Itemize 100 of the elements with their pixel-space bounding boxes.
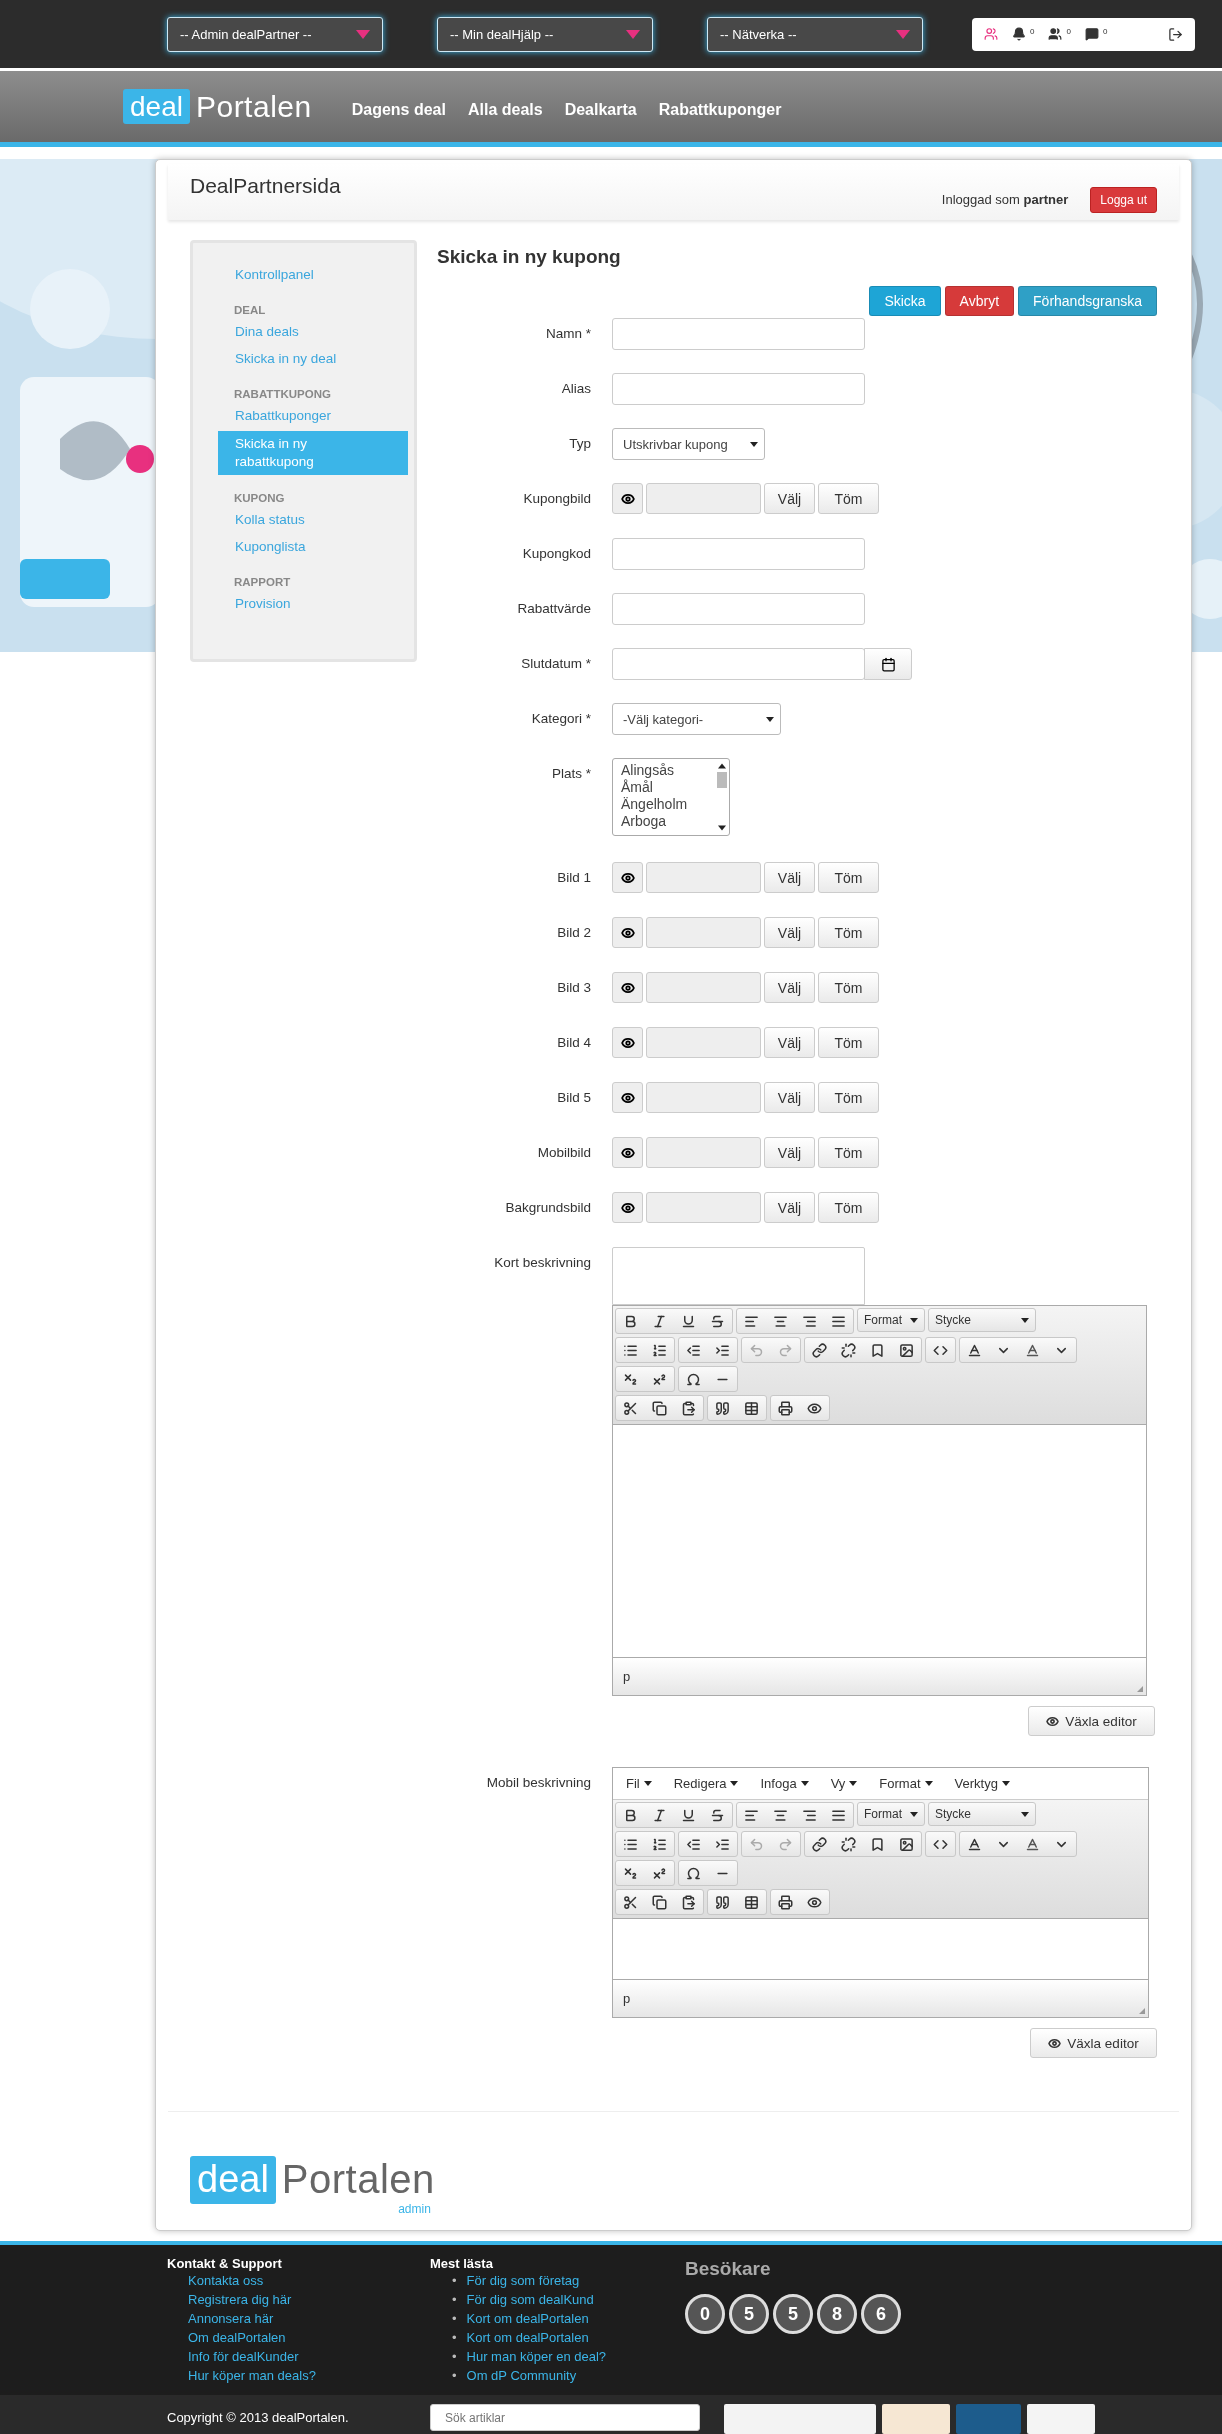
menu-item[interactable]: Infoga: [760, 1776, 809, 1791]
footer-link[interactable]: Om dP Community: [466, 2366, 577, 2385]
preview-button[interactable]: [612, 972, 643, 1003]
text-input[interactable]: [612, 538, 865, 570]
choose-button[interactable]: Välj: [764, 972, 815, 1003]
location-listbox[interactable]: Alingsås Åmål Ängelholm Arboga: [612, 758, 730, 836]
footer-link[interactable]: Info för dealKunder: [167, 2347, 430, 2366]
caret-icon[interactable]: [849, 1781, 858, 1786]
caret-icon[interactable]: [910, 1811, 918, 1817]
choose-button[interactable]: Välj: [764, 917, 815, 948]
toggle-editor-button[interactable]: Växla editor: [1028, 1706, 1155, 1736]
choose-button[interactable]: Välj: [764, 1192, 815, 1223]
footer-link[interactable]: Hur köper man deals?: [167, 2366, 430, 2385]
preview-button[interactable]: [612, 1192, 643, 1223]
clear-button[interactable]: Töm: [818, 1137, 879, 1168]
clear-button[interactable]: Töm: [818, 1192, 879, 1223]
select-dropdown[interactable]: Utskrivbar kupong: [612, 428, 765, 460]
paragraph-dropdown[interactable]: Stycke: [928, 1308, 1036, 1332]
menu-dropdown[interactable]: -- Nätverka --: [707, 16, 923, 52]
caret-icon[interactable]: [1021, 1811, 1029, 1817]
caret-icon: [356, 29, 370, 39]
caret-icon[interactable]: [730, 1781, 739, 1786]
bell-icon[interactable]: [1012, 27, 1026, 41]
scroll-up-icon[interactable]: [718, 762, 726, 770]
menu-item[interactable]: Redigera: [673, 1776, 739, 1791]
text-input[interactable]: [612, 373, 865, 405]
action-button[interactable]: Avbryt: [944, 286, 1015, 316]
caret-icon[interactable]: [1021, 1317, 1029, 1323]
sidebar-heading: DEAL: [233, 303, 267, 318]
menu-dropdown[interactable]: -- Min dealHjälp --: [437, 16, 653, 52]
resize-grip-icon[interactable]: [1136, 1685, 1144, 1693]
preview-button[interactable]: [612, 1137, 643, 1168]
caret-icon[interactable]: [800, 1781, 809, 1786]
counter: 0: [1030, 26, 1035, 36]
format-dropdown[interactable]: Format: [857, 1802, 925, 1826]
logout-button[interactable]: Logga ut: [1090, 187, 1157, 213]
caret-icon[interactable]: [766, 716, 774, 722]
footer-link[interactable]: Registrera dig här: [167, 2290, 430, 2309]
text-input[interactable]: [612, 318, 865, 350]
logout-icon[interactable]: [1168, 26, 1183, 42]
clear-button[interactable]: Töm: [818, 1082, 879, 1113]
clear-button[interactable]: Töm: [818, 972, 879, 1003]
list-option[interactable]: Alingsås: [621, 762, 688, 779]
footer-link[interactable]: Kort om dealPortalen: [466, 2328, 589, 2347]
preview-button[interactable]: [612, 1027, 643, 1058]
choose-button[interactable]: Välj: [764, 1137, 815, 1168]
menu-item[interactable]: Vy: [830, 1776, 858, 1791]
caret-icon[interactable]: [1001, 1781, 1010, 1786]
footer-link[interactable]: För dig som företag: [466, 2271, 580, 2290]
scrollbar[interactable]: [715, 762, 729, 832]
list-option[interactable]: Arboga: [621, 813, 688, 830]
text-input[interactable]: [612, 593, 865, 625]
clear-button[interactable]: Töm: [818, 862, 879, 893]
menu-item[interactable]: Fil: [626, 1776, 652, 1791]
preview-button[interactable]: [612, 862, 643, 893]
logo-badge: deal: [123, 89, 190, 124]
choose-button[interactable]: Välj: [764, 862, 815, 893]
copyright-text: Copyright © 2013 dealPortalen.: [167, 2410, 350, 2425]
nav-link[interactable]: Dealkarta: [564, 100, 637, 119]
people-icon[interactable]: [984, 27, 998, 41]
nav-link[interactable]: Dagens deal: [351, 100, 446, 119]
footer-link[interactable]: Annonsera här: [167, 2309, 430, 2328]
caret-icon[interactable]: [924, 1781, 933, 1786]
menu-dropdown[interactable]: -- Admin dealPartner --: [167, 16, 383, 52]
choose-button[interactable]: Välj: [764, 1027, 815, 1058]
caret-icon[interactable]: [718, 824, 726, 832]
menu-item[interactable]: Format: [879, 1776, 933, 1791]
calendar-button[interactable]: [864, 648, 912, 680]
search-field[interactable]: Sök artiklar: [430, 2404, 700, 2431]
format-dropdown[interactable]: Format: [857, 1308, 925, 1332]
resize-grip-icon[interactable]: [1138, 2007, 1146, 2015]
select-dropdown[interactable]: -Välj kategori-: [612, 703, 781, 735]
date-input[interactable]: [612, 648, 865, 680]
caret-icon[interactable]: [643, 1781, 652, 1786]
footer-link[interactable]: Hur man köper en deal?: [466, 2347, 607, 2366]
preview-button[interactable]: [612, 483, 643, 514]
list-option[interactable]: Åmål: [621, 779, 688, 796]
toggle-editor-button[interactable]: Växla editor: [1030, 2028, 1157, 2058]
preview-button[interactable]: [612, 917, 643, 948]
clear-button[interactable]: Töm: [818, 483, 879, 514]
menu-item[interactable]: Verktyg: [954, 1776, 1010, 1791]
footer-link[interactable]: Kort om dealPortalen: [466, 2309, 589, 2328]
footer-link[interactable]: Om dealPortalen: [167, 2328, 430, 2347]
nav-link[interactable]: Rabattkuponger: [658, 100, 782, 119]
paragraph-dropdown[interactable]: Stycke: [928, 1802, 1036, 1826]
preview-button[interactable]: [612, 1082, 643, 1113]
footer-link[interactable]: Kontakta oss: [167, 2271, 430, 2290]
field-label: Rabattvärde: [516, 600, 591, 616]
nav-link[interactable]: Alla deals: [467, 100, 543, 119]
caret-icon[interactable]: [750, 441, 758, 447]
clear-button[interactable]: Töm: [818, 1027, 879, 1058]
scrollbar-thumb[interactable]: [717, 772, 727, 788]
choose-button[interactable]: Välj: [764, 1082, 815, 1113]
users-icon[interactable]: [1048, 27, 1063, 41]
choose-button[interactable]: Välj: [764, 483, 815, 514]
footer-link[interactable]: För dig som dealKund: [466, 2290, 594, 2309]
chat-icon[interactable]: [1084, 27, 1099, 41]
caret-icon[interactable]: [910, 1317, 918, 1323]
list-option[interactable]: Ängelholm: [621, 796, 688, 813]
clear-button[interactable]: Töm: [818, 917, 879, 948]
